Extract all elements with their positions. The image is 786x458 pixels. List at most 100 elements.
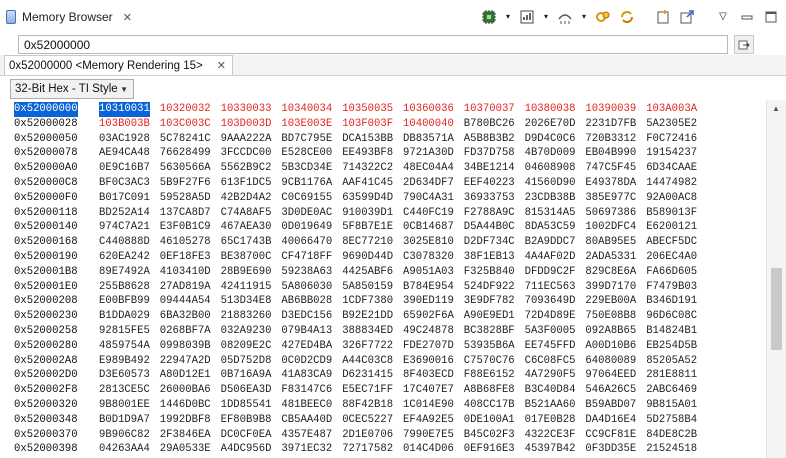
memory-cell[interactable]: 26000BA6 bbox=[160, 383, 211, 398]
memory-cell[interactable]: AB6BB028 bbox=[281, 294, 332, 309]
memory-cell[interactable]: 42411915 bbox=[221, 280, 272, 295]
memory-cell[interactable]: 103B003B bbox=[99, 117, 150, 132]
memory-cell[interactable]: 747C5F45 bbox=[585, 161, 636, 176]
memory-cell[interactable]: 0268BF7A bbox=[160, 324, 211, 339]
memory-cell[interactable]: 64080089 bbox=[585, 354, 636, 369]
memory-cell[interactable]: E3690016 bbox=[403, 354, 454, 369]
memory-cell[interactable]: 1992DBF8 bbox=[160, 413, 211, 428]
memory-cell[interactable]: 790C4A31 bbox=[403, 191, 454, 206]
memory-cell[interactable]: 620EA242 bbox=[99, 250, 150, 265]
memory-cell[interactable]: F88E6152 bbox=[464, 368, 515, 383]
memory-grid[interactable]: 0x52000000 10310031 10320032 10330033 103400… bbox=[0, 102, 766, 458]
memory-cell[interactable]: 10320032 bbox=[160, 102, 211, 117]
memory-cell[interactable]: 5B9F27F6 bbox=[160, 176, 211, 191]
memory-cell[interactable]: 4859754A bbox=[99, 339, 150, 354]
memory-address[interactable]: 0x520000C8 bbox=[14, 176, 78, 191]
memory-cell[interactable]: 21524518 bbox=[646, 442, 697, 457]
memory-cell[interactable]: 103D003D bbox=[221, 117, 272, 132]
scroll-up-icon[interactable]: ▲ bbox=[772, 104, 780, 113]
memory-cell[interactable]: 103E003E bbox=[281, 117, 332, 132]
memory-cell[interactable]: 88F42B18 bbox=[342, 398, 393, 413]
memory-cell[interactable]: 103F003F bbox=[342, 117, 393, 132]
memory-cell[interactable]: 3025E810 bbox=[403, 235, 454, 250]
memory-cell[interactable]: B017C091 bbox=[99, 191, 150, 206]
memory-cell[interactable]: 0E9C16B7 bbox=[99, 161, 150, 176]
memory-cell[interactable]: BF0C3AC3 bbox=[99, 176, 150, 191]
memory-cell[interactable]: E528CE00 bbox=[281, 146, 332, 161]
memory-address[interactable]: 0x52000000 bbox=[14, 102, 78, 117]
memory-cell[interactable]: E00BFB99 bbox=[99, 294, 150, 309]
memory-cell[interactable]: B45C02F3 bbox=[464, 428, 515, 443]
memory-cell[interactable]: 711EC563 bbox=[525, 280, 576, 295]
memory-cell[interactable]: 38F1EB13 bbox=[464, 250, 515, 265]
memory-cell[interactable]: 53935B6A bbox=[464, 339, 515, 354]
memory-cell[interactable]: EF4A92E5 bbox=[403, 413, 454, 428]
address-input[interactable] bbox=[18, 35, 728, 54]
memory-cell[interactable]: 03AC1928 bbox=[99, 132, 150, 147]
memory-cell[interactable]: A00D10B6 bbox=[585, 339, 636, 354]
memory-cell[interactable]: 0D019649 bbox=[281, 220, 332, 235]
memory-cell[interactable]: D3EDC156 bbox=[281, 309, 332, 324]
memory-address[interactable]: 0x520002F8 bbox=[14, 383, 78, 398]
memory-cell[interactable]: 3D0DE0AC bbox=[281, 206, 332, 221]
memory-cell[interactable]: 85205A52 bbox=[646, 354, 697, 369]
memory-cell[interactable]: 206EC4A0 bbox=[646, 250, 697, 265]
memory-cell[interactable]: 19154237 bbox=[646, 146, 697, 161]
memory-cell[interactable]: F7479B03 bbox=[646, 280, 697, 295]
memory-cell[interactable]: 8EC77210 bbox=[342, 235, 393, 250]
memory-cell[interactable]: BD7C795E bbox=[281, 132, 332, 147]
memory-cell[interactable]: 89E7492A bbox=[99, 265, 150, 280]
memory-cell[interactable]: 36933753 bbox=[464, 191, 515, 206]
memory-cell[interactable]: 750E08B8 bbox=[585, 309, 636, 324]
chip-icon[interactable] bbox=[480, 8, 498, 26]
new-view-icon[interactable] bbox=[654, 8, 672, 26]
memory-cell[interactable]: 385E977C bbox=[585, 191, 636, 206]
export-icon[interactable] bbox=[678, 8, 696, 26]
memory-cell[interactable]: 49C24878 bbox=[403, 324, 454, 339]
memory-cell[interactable]: B2A9DDC7 bbox=[525, 235, 576, 250]
memory-cell[interactable]: B784E954 bbox=[403, 280, 454, 295]
memory-address[interactable]: 0x52000168 bbox=[14, 235, 78, 250]
memory-cell[interactable]: 10390039 bbox=[585, 102, 636, 117]
memory-cell[interactable]: A8B68FE8 bbox=[464, 383, 515, 398]
memory-cell[interactable]: 0998039B bbox=[160, 339, 211, 354]
memory-cell[interactable]: 0EF18FE3 bbox=[160, 250, 211, 265]
memory-cell[interactable]: 21883260 bbox=[221, 309, 272, 324]
memory-cell[interactable]: D2DF734C bbox=[464, 235, 515, 250]
memory-cell[interactable]: D3E60573 bbox=[99, 368, 150, 383]
memory-address[interactable]: 0x52000370 bbox=[14, 428, 78, 443]
memory-cell[interactable]: 467AEA30 bbox=[221, 220, 272, 235]
memory-cell[interactable]: 23CDB38B bbox=[525, 191, 576, 206]
memory-cell[interactable]: 1002DFC4 bbox=[585, 220, 636, 235]
memory-cell[interactable]: 5B3CD34E bbox=[281, 161, 332, 176]
memory-cell[interactable]: E3F0B1C9 bbox=[160, 220, 211, 235]
memory-cell[interactable]: B3C40D84 bbox=[525, 383, 576, 398]
memory-cell[interactable]: 513D34E8 bbox=[221, 294, 272, 309]
memory-cell[interactable]: EB254D5B bbox=[646, 339, 697, 354]
memory-cell[interactable]: 255B8628 bbox=[99, 280, 150, 295]
memory-cell[interactable]: DCA153BB bbox=[342, 132, 393, 147]
memory-cell[interactable]: D506EA3D bbox=[221, 383, 272, 398]
memory-cell[interactable]: B1DDA029 bbox=[99, 309, 150, 324]
memory-cell[interactable]: 3FCCDC00 bbox=[221, 146, 272, 161]
memory-cell[interactable]: 714322C2 bbox=[342, 161, 393, 176]
memory-map-icon[interactable] bbox=[518, 8, 536, 26]
memory-cell[interactable]: F325B840 bbox=[464, 265, 515, 280]
memory-cell[interactable]: 388834ED bbox=[342, 324, 393, 339]
vertical-scrollbar[interactable]: ▲ bbox=[766, 100, 786, 458]
memory-address[interactable]: 0x52000398 bbox=[14, 442, 78, 457]
memory-cell[interactable]: 72D4D89E bbox=[525, 309, 576, 324]
memory-cell[interactable]: A80D12E1 bbox=[160, 368, 211, 383]
memory-cell[interactable]: 17C407E7 bbox=[403, 383, 454, 398]
memory-cell[interactable]: 546A26C5 bbox=[585, 383, 636, 398]
memory-cell[interactable]: 28B9E690 bbox=[221, 265, 272, 280]
memory-cell[interactable]: 4357E487 bbox=[281, 428, 332, 443]
memory-cell[interactable]: F0C72416 bbox=[646, 132, 697, 147]
memory-cell[interactable]: C3078320 bbox=[403, 250, 454, 265]
memory-cell[interactable]: 2F3846EA bbox=[160, 428, 211, 443]
memory-cell[interactable]: 10310031 bbox=[99, 102, 150, 117]
memory-cell[interactable]: 10330033 bbox=[221, 102, 272, 117]
tab-memory-rendering[interactable]: 0x52000000 <Memory Rendering 15> ✕ bbox=[4, 55, 233, 75]
memory-cell[interactable]: 72717582 bbox=[342, 442, 393, 457]
memory-cell[interactable]: 9B8001EE bbox=[99, 398, 150, 413]
